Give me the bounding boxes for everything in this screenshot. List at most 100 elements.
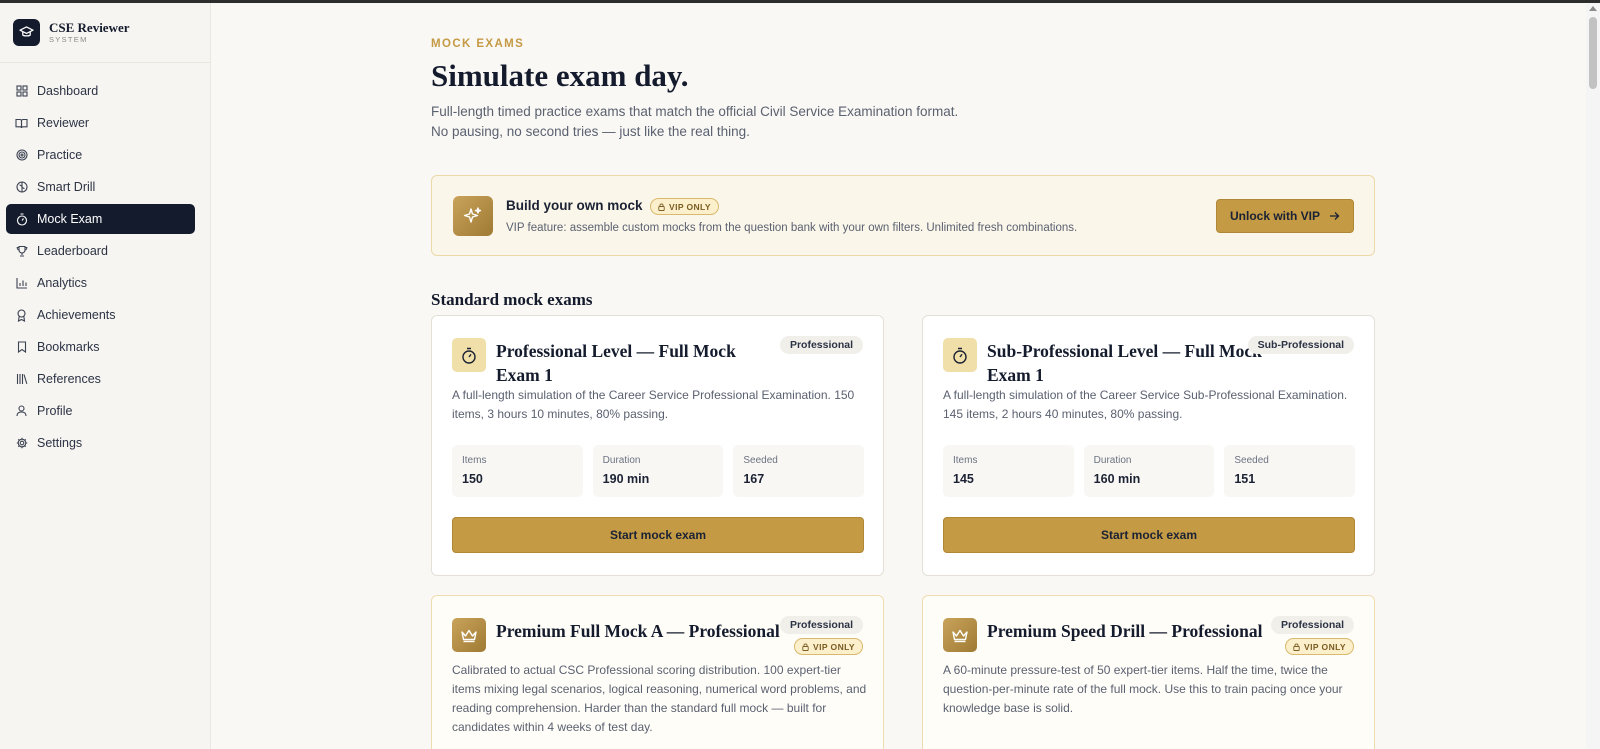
sidebar-item-label: Analytics (37, 276, 88, 290)
sidebar-item-analytics[interactable]: Analytics (6, 268, 195, 298)
sidebar-item-label: Settings (37, 436, 83, 450)
vip-only-badge: VIP ONLY (794, 638, 863, 655)
start-mock-exam-button[interactable]: Start mock exam (943, 517, 1355, 553)
sidebar-item-label: Bookmarks (37, 340, 100, 354)
sidebar-item-label: Practice (37, 148, 83, 162)
crown-icon (943, 618, 977, 652)
trophy-icon (15, 245, 28, 258)
sidebar-item-label: Mock Exam (37, 212, 103, 226)
window-top-border (0, 0, 1600, 3)
stat-seeded: Seeded 151 (1224, 445, 1356, 497)
mock-exam-card-professional: Professional Level — Full Mock Exam 1 Pr… (431, 315, 884, 576)
arrow-right-icon (1330, 212, 1340, 220)
section-title: Standard mock exams (431, 290, 593, 309)
timer-icon (943, 338, 977, 372)
premium-mock-card-full-mock-a: Premium Full Mock A — Professional Profe… (431, 595, 884, 749)
page-description-line: No pausing, no second tries — just like … (431, 124, 750, 139)
graduation-cap-icon (13, 19, 40, 46)
unlock-with-vip-button[interactable]: Unlock with VIP (1216, 199, 1354, 233)
sidebar-item-label: References (37, 372, 101, 386)
user-icon (15, 405, 28, 418)
sidebar-item-label: Smart Drill (37, 180, 96, 194)
stat-duration: Duration 190 min (592, 445, 724, 497)
sidebar-item-smart-drill[interactable]: Smart Drill (6, 172, 195, 202)
banner-title: Build your own mock (506, 198, 643, 213)
unlock-button-label: Unlock with VIP (1229, 209, 1320, 223)
sidebar-item-label: Dashboard (37, 84, 99, 98)
timer-icon (452, 338, 486, 372)
stat-label: Items (953, 455, 978, 466)
sidebar-nav: Dashboard Reviewer Practice Smart Drill … (0, 63, 210, 458)
stat-value: 190 min (602, 472, 650, 486)
card-title: Sub-Professional Level — Full Mock Exam … (987, 341, 1262, 385)
crown-icon (452, 618, 486, 652)
sidebar-item-dashboard[interactable]: Dashboard (6, 76, 195, 106)
card-description: A full-length simulation of the Career S… (943, 388, 1348, 421)
page-title: Simulate exam day. (431, 58, 689, 93)
bookmark-icon (15, 341, 28, 354)
build-your-own-mock-banner: Build your own mock VIP ONLY VIP feature… (431, 175, 1375, 256)
vip-badge-label: VIP ONLY (669, 201, 711, 212)
card-stats: Items 150 Duration 190 min Seeded 167 (452, 445, 865, 497)
stat-duration: Duration 160 min (1083, 445, 1215, 497)
page-eyebrow: MOCK EXAMS (431, 38, 525, 50)
stat-label: Seeded (1234, 455, 1269, 466)
sidebar-item-label: Reviewer (37, 116, 90, 130)
bar-chart-icon (15, 277, 28, 290)
timer-icon (15, 212, 28, 226)
start-mock-exam-button[interactable]: Start mock exam (452, 517, 864, 553)
sidebar-item-label: Achievements (37, 308, 116, 322)
scrollbar-thumb[interactable] (1589, 17, 1597, 89)
sidebar-item-leaderboard[interactable]: Leaderboard (6, 236, 195, 266)
sidebar-item-bookmarks[interactable]: Bookmarks (6, 332, 195, 362)
page-description-line: Full-length timed practice exams that ma… (431, 104, 959, 119)
sidebar-item-references[interactable]: References (6, 364, 195, 394)
mock-exam-card-sub-professional: Sub-Professional Level — Full Mock Exam … (922, 315, 1375, 576)
sparkles-icon (453, 196, 493, 236)
sidebar-item-profile[interactable]: Profile (6, 396, 195, 426)
stat-items: Items 145 (943, 445, 1074, 497)
banner-description: VIP feature: assemble custom mocks from … (506, 222, 1078, 234)
vip-only-badge: VIP ONLY (650, 198, 719, 215)
gear-icon (15, 437, 28, 450)
vip-only-badge: VIP ONLY (1285, 638, 1354, 655)
lock-icon (1293, 643, 1300, 651)
brand-title: CSE Reviewer (49, 20, 130, 35)
sidebar-item-label: Leaderboard (37, 244, 108, 258)
stat-value: 167 (743, 472, 765, 486)
level-tag: Professional (1270, 616, 1354, 634)
sidebar: CSE Reviewer SYSTEM Dashboard Reviewer P… (0, 3, 211, 749)
stat-seeded: Seeded 167 (733, 445, 865, 497)
card-title: Professional Level — Full Mock Exam 1 (496, 341, 736, 385)
stat-value: 160 min (1093, 472, 1141, 486)
stat-value: 145 (953, 472, 974, 486)
card-description: A 60-minute pressure-test of 50 expert-t… (943, 663, 1343, 715)
stat-label: Seeded (743, 455, 778, 466)
stat-label: Duration (1093, 455, 1132, 466)
level-tag: Sub-Professional (1247, 336, 1354, 354)
card-title: Premium Speed Drill — Professional (987, 621, 1263, 641)
sidebar-item-settings[interactable]: Settings (6, 428, 195, 458)
card-description: Calibrated to actual CSC Professional sc… (452, 663, 867, 734)
book-open-icon (15, 117, 28, 130)
sidebar-item-reviewer[interactable]: Reviewer (6, 108, 195, 138)
grid-icon (15, 85, 28, 98)
brand[interactable]: CSE Reviewer SYSTEM (0, 3, 210, 63)
page-description: Full-length timed practice exams that ma… (431, 102, 958, 142)
scroll-up-arrow-icon[interactable] (1589, 6, 1597, 11)
premium-mock-card-speed-drill: Premium Speed Drill — Professional Profe… (922, 595, 1375, 749)
award-icon (15, 308, 28, 322)
stat-label: Items (462, 455, 487, 466)
lock-icon (802, 643, 809, 651)
vip-badge-label: VIP ONLY (1304, 641, 1346, 652)
card-description: A full-length simulation of the Career S… (452, 388, 855, 421)
sidebar-item-achievements[interactable]: Achievements (6, 300, 195, 330)
lock-icon (658, 203, 665, 211)
sidebar-item-practice[interactable]: Practice (6, 140, 195, 170)
level-tag: Professional (779, 616, 863, 634)
brand-subtitle: SYSTEM (49, 35, 88, 44)
brain-icon (15, 181, 28, 194)
page-scrollbar[interactable] (1586, 3, 1600, 749)
card-stats: Items 145 Duration 160 min Seeded 151 (943, 445, 1356, 497)
sidebar-item-mock-exam[interactable]: Mock Exam (6, 204, 195, 234)
